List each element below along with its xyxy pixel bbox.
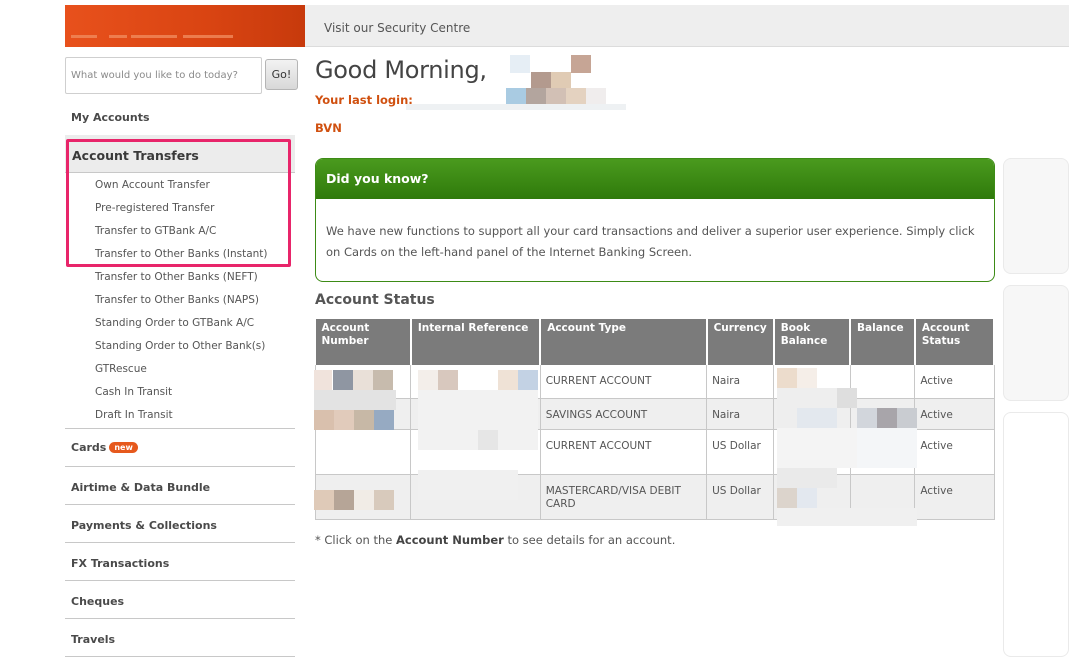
security-centre-link[interactable]: Visit our Security Centre [324, 21, 470, 35]
bvn-label: BVN [315, 121, 342, 135]
sidebar-item-cash-in-transit[interactable]: Cash In Transit [95, 386, 172, 398]
col-account-number[interactable]: Account Number [315, 319, 412, 365]
nav-airtime-data[interactable]: Airtime & Data Bundle [65, 467, 295, 505]
status-cell: Active [914, 365, 995, 399]
nav-fx-label: FX Transactions [71, 557, 170, 570]
account-number-link[interactable] [314, 429, 412, 475]
currency-cell: Naira [706, 365, 775, 399]
col-account-status[interactable]: Account Status [914, 319, 996, 365]
balance-cell [850, 365, 916, 399]
account-type-cell: SAVINGS ACCOUNT [540, 398, 708, 430]
status-cell: Active [914, 398, 995, 430]
sidebar-item-transfer-other-neft[interactable]: Transfer to Other Banks (NEFT) [95, 271, 258, 283]
nav-travels-label: Travels [71, 633, 116, 646]
did-you-know-title: Did you know? [316, 159, 994, 199]
nav-payments-collections[interactable]: Payments & Collections [65, 505, 295, 543]
sidebar-item-standing-order-gtbank[interactable]: Standing Order to GTBank A/C [95, 317, 254, 329]
note-bold: Account Number [395, 533, 504, 547]
note-suffix: to see details for an account. [503, 533, 676, 547]
sidebar-item-gtrescue[interactable]: GTRescue [95, 363, 147, 375]
nav-cheques-label: Cheques [71, 595, 125, 608]
side-promo-card[interactable] [1003, 412, 1069, 657]
top-navigation-bar: Visit our Security Centre [305, 5, 1069, 47]
nav-my-accounts[interactable]: My Accounts [65, 97, 295, 136]
currency-cell: US Dollar [706, 429, 775, 475]
highlight-annotation-box [66, 139, 291, 267]
side-promo-card[interactable] [1003, 158, 1069, 274]
nav-travels[interactable]: Travels [65, 619, 295, 657]
sidebar-item-standing-order-other[interactable]: Standing Order to Other Bank(s) [95, 340, 265, 352]
account-type-cell: MASTERCARD/VISA DEBIT CARD [540, 474, 708, 520]
last-login-label: Your last login: [315, 93, 413, 107]
nav-fx-transactions[interactable]: FX Transactions [65, 543, 295, 581]
account-number-note: * Click on the Account Number to see det… [315, 533, 675, 547]
table-header-row: Account Number Internal Reference Accoun… [315, 319, 996, 365]
nav-cards[interactable]: Cards new [65, 429, 295, 467]
account-type-cell: CURRENT ACCOUNT [540, 429, 708, 475]
nav-my-accounts-label: My Accounts [71, 111, 150, 124]
currency-cell: Naira [706, 398, 775, 430]
last-login-redacted [406, 104, 626, 110]
gtbank-logo-banner[interactable] [65, 5, 305, 47]
account-status-title: Account Status [315, 292, 435, 308]
col-account-type[interactable]: Account Type [540, 319, 708, 365]
status-cell: Active [914, 474, 995, 520]
did-you-know-body: We have new functions to support all you… [326, 224, 975, 259]
account-type-cell: CURRENT ACCOUNT [540, 365, 708, 399]
currency-cell: US Dollar [706, 474, 775, 520]
go-button[interactable]: Go! [265, 59, 298, 90]
note-prefix: * Click on the [315, 533, 396, 547]
nav-cheques[interactable]: Cheques [65, 581, 295, 619]
nav-cards-label: Cards [71, 441, 107, 454]
greeting-text: Good Morning, [315, 56, 487, 84]
col-currency[interactable]: Currency [706, 319, 775, 365]
sidebar-item-draft-in-transit[interactable]: Draft In Transit [95, 409, 173, 421]
nav-airtime-label: Airtime & Data Bundle [71, 481, 211, 494]
status-cell: Active [914, 429, 995, 475]
col-internal-reference[interactable]: Internal Reference [410, 319, 542, 365]
col-balance[interactable]: Balance [850, 319, 916, 365]
nav-payments-label: Payments & Collections [71, 519, 217, 532]
search-bar: Go! [65, 57, 298, 95]
col-book-balance[interactable]: Book Balance [773, 319, 852, 365]
did-you-know-panel: Did you know? We have new functions to s… [315, 158, 995, 282]
side-promo-card[interactable] [1003, 285, 1069, 401]
new-badge: new [109, 442, 138, 453]
search-input[interactable] [65, 57, 262, 94]
sidebar-item-transfer-other-naps[interactable]: Transfer to Other Banks (NAPS) [95, 294, 259, 306]
